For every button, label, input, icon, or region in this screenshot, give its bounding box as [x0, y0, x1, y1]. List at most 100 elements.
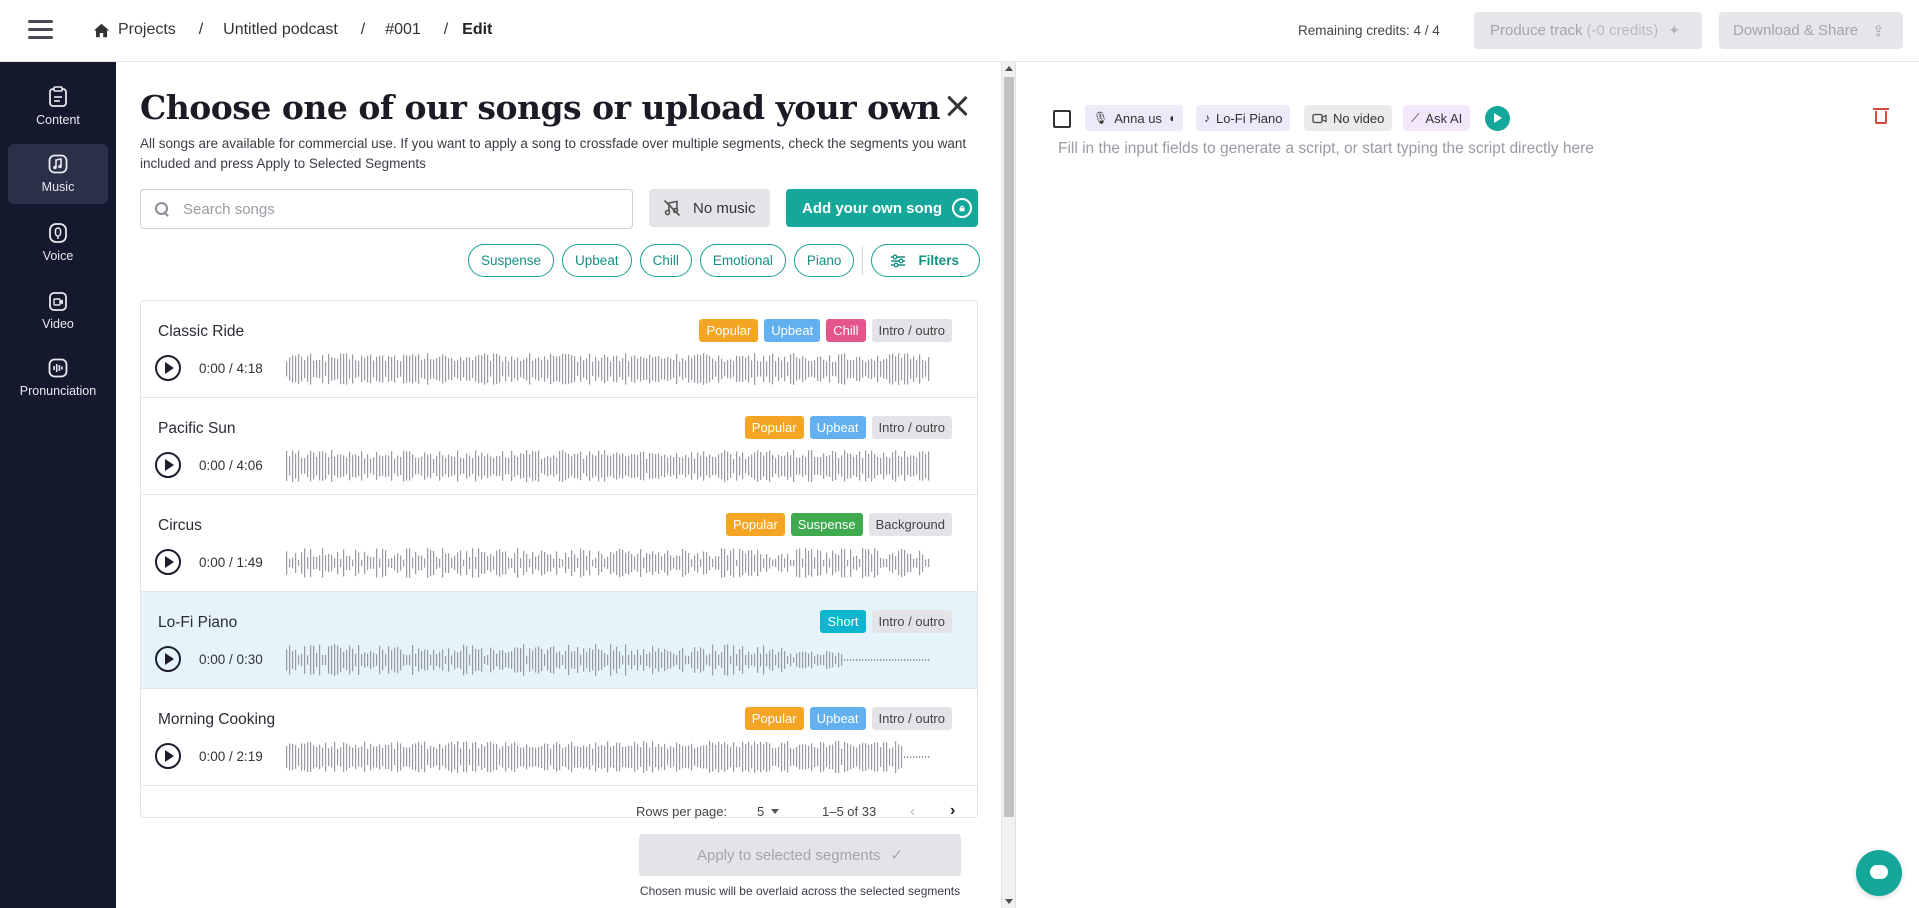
waveform-bar — [430, 359, 432, 379]
song-row[interactable]: Pacific Sun Popular Upbeat Intro / outro 0:0… — [141, 398, 977, 495]
produce-track-button[interactable]: Produce track (-0 credits) ✦ — [1474, 12, 1702, 49]
waveform-bar — [796, 549, 798, 577]
apply-selected-segments-button[interactable]: Apply to selected segments ✓ — [639, 834, 961, 876]
no-music-button[interactable]: No music — [649, 189, 770, 227]
waveform-bar — [433, 550, 435, 576]
song-row[interactable]: Circus Popular Suspense Background 0:00 / 1:… — [141, 495, 977, 592]
waveform-bar — [820, 741, 822, 773]
ask-ai-chip[interactable]: ⟋ Ask AI — [1403, 105, 1471, 131]
waveform-bar — [301, 653, 303, 667]
add-own-song-button[interactable]: Add your own song 🔒︎ — [786, 189, 978, 227]
script-placeholder[interactable]: Fill in the input fields to generate a s… — [1058, 140, 1594, 158]
waveform-bar — [637, 358, 639, 380]
waveform-bar — [679, 744, 681, 770]
waveform-bar — [715, 556, 717, 570]
scroll-down-icon[interactable] — [1005, 899, 1013, 904]
waveform-bar — [928, 451, 930, 481]
waveform-bar — [850, 549, 852, 577]
waveform-bar — [847, 453, 849, 479]
panel-scrollbar[interactable] — [1001, 62, 1016, 908]
waveform-bar — [316, 456, 318, 476]
chip-suspense[interactable]: Suspense — [468, 244, 555, 277]
waveform-bar — [562, 353, 564, 385]
voice-chip[interactable]: 🎙︎ Anna us ◖ — [1085, 105, 1184, 131]
waveform-bar — [499, 456, 501, 476]
chip-piano[interactable]: Piano — [793, 244, 855, 277]
waveform-bar — [766, 554, 768, 572]
waveform-bar — [775, 361, 777, 377]
waveform[interactable] — [286, 351, 936, 387]
play-icon[interactable] — [155, 743, 181, 769]
song-row[interactable]: Lo-Fi Piano Short Intro / outro 0:00 / 0:30 — [141, 592, 977, 689]
waveform-bar — [871, 744, 873, 770]
waveform-bar — [448, 648, 450, 672]
home-icon[interactable] — [93, 22, 110, 39]
scrollbar-thumb[interactable] — [1004, 77, 1014, 817]
waveform[interactable] — [286, 642, 936, 678]
filters-button[interactable]: Filters — [871, 244, 980, 277]
waveform-bar — [652, 551, 654, 575]
waveform-bar — [808, 360, 810, 378]
waveform-bar — [544, 356, 546, 382]
song-row[interactable]: Classic Ride Popular Upbeat Chill Intro / ou… — [141, 301, 977, 398]
breadcrumb-podcast[interactable]: Untitled podcast — [223, 21, 338, 39]
chat-support-icon[interactable] — [1856, 850, 1902, 896]
waveform-bar — [703, 649, 705, 671]
waveform-bar — [523, 747, 525, 767]
chip-upbeat[interactable]: Upbeat — [562, 244, 632, 277]
breadcrumb-episode[interactable]: #001 — [385, 21, 421, 39]
play-segment-button[interactable] — [1485, 106, 1510, 131]
trash-icon[interactable] — [1873, 107, 1889, 124]
play-icon[interactable] — [155, 646, 181, 672]
segment-checkbox[interactable] — [1053, 110, 1071, 128]
waveform-bar — [580, 356, 582, 382]
panel-description: All songs are available for commercial u… — [140, 136, 967, 171]
waveform-bar — [625, 552, 627, 574]
scroll-up-icon[interactable] — [1005, 66, 1013, 71]
waveform-bar — [880, 558, 882, 568]
waveform[interactable] — [286, 739, 936, 775]
waveform-bar — [454, 650, 456, 670]
waveform-bar — [706, 655, 708, 665]
waveform[interactable] — [286, 448, 936, 484]
waveform-bar — [376, 746, 378, 768]
waveform-bar — [355, 360, 357, 378]
download-share-button[interactable]: Download & Share ⇪ — [1719, 12, 1903, 49]
waveform-bar — [694, 647, 696, 673]
waveform-bar — [592, 559, 594, 567]
waveform-bar — [739, 456, 741, 476]
sidebar-item-music[interactable]: Music — [8, 144, 108, 204]
song-row[interactable]: Morning Cooking Popular Upbeat Intro / outr… — [141, 689, 977, 786]
waveform-bar — [919, 550, 921, 576]
chip-chill[interactable]: Chill — [639, 244, 692, 277]
close-icon[interactable] — [945, 94, 969, 118]
waveform-bar — [709, 555, 711, 571]
chip-emotional[interactable]: Emotional — [699, 244, 786, 277]
waveform-bar — [286, 361, 288, 377]
play-icon[interactable] — [155, 549, 181, 575]
search-input[interactable] — [183, 200, 603, 218]
play-icon[interactable] — [155, 355, 181, 381]
waveform-bar — [727, 359, 729, 379]
breadcrumb-projects[interactable]: Projects — [118, 21, 176, 39]
waveform[interactable] — [286, 545, 936, 581]
waveform-bar — [760, 452, 762, 480]
sidebar-item-pronunciation[interactable]: Pronunciation — [8, 348, 108, 408]
video-chip[interactable]: No video — [1304, 105, 1393, 131]
menu-icon[interactable] — [28, 20, 53, 40]
waveform-bar — [598, 649, 600, 671]
next-page-icon[interactable]: › — [950, 802, 955, 820]
waveform-bar — [916, 360, 918, 378]
sidebar-item-content[interactable]: Content — [8, 76, 108, 136]
rows-per-page-select[interactable]: 5 — [757, 804, 764, 819]
sidebar-item-voice[interactable]: Voice — [8, 212, 108, 272]
waveform-bar — [445, 553, 447, 573]
waveform-bar — [757, 450, 759, 482]
sidebar-item-video[interactable]: Video — [8, 280, 108, 340]
play-icon[interactable] — [155, 452, 181, 478]
music-chip[interactable]: ♪ Lo-Fi Piano — [1196, 105, 1291, 131]
waveform-bar — [793, 748, 795, 766]
waveform-bar — [868, 659, 870, 661]
chevron-down-icon[interactable] — [771, 809, 779, 814]
waveform-bar — [667, 550, 669, 576]
